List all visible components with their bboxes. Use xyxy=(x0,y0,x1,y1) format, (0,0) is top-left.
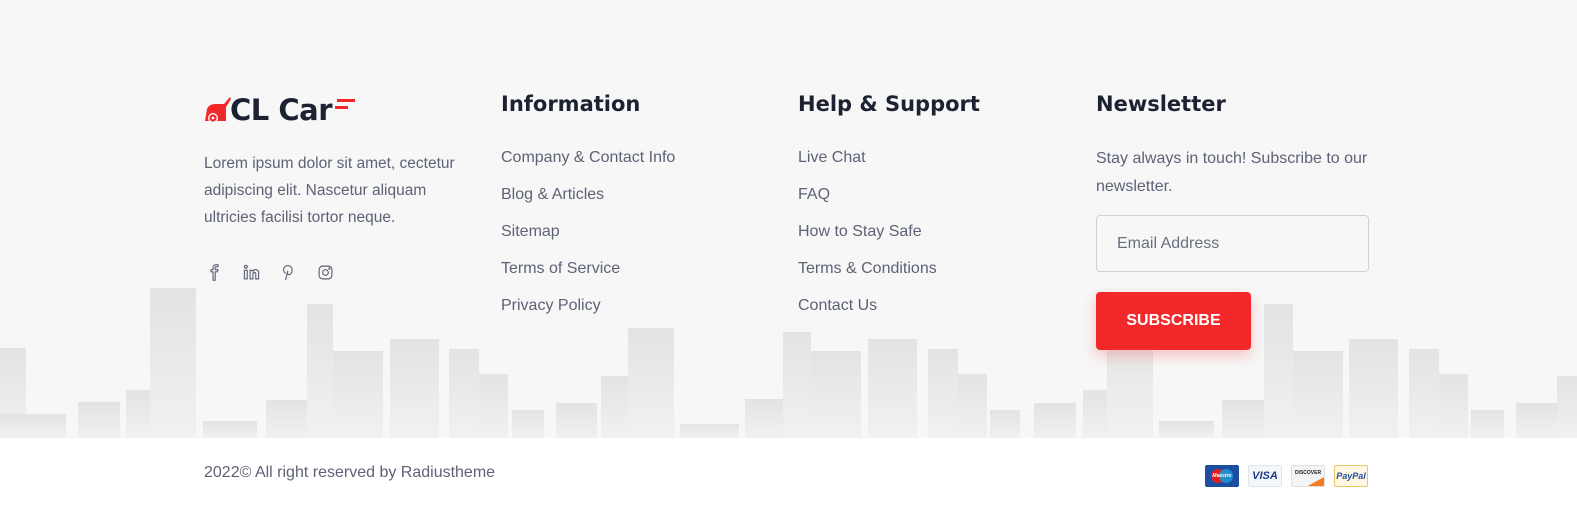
footer-link-contact-us[interactable]: Contact Us xyxy=(798,295,937,332)
footer-link-stay-safe[interactable]: How to Stay Safe xyxy=(798,221,937,258)
footer-link-privacy-policy[interactable]: Privacy Policy xyxy=(501,295,675,332)
visa-label: VISA xyxy=(1252,470,1278,482)
footer-link-sitemap[interactable]: Sitemap xyxy=(501,221,675,258)
maestro-label: Maestro xyxy=(1212,473,1232,479)
maestro-icon: Maestro xyxy=(1205,465,1239,487)
site-logo[interactable]: CL Car xyxy=(204,92,356,128)
newsletter-text: Stay always in touch! Subscribe to our n… xyxy=(1096,150,1368,195)
footer-link-blog-articles[interactable]: Blog & Articles xyxy=(501,184,675,221)
paypal-icon: PayPal xyxy=(1334,465,1368,487)
help-links: Live Chat FAQ How to Stay Safe Terms & C… xyxy=(798,147,937,332)
paypal-label: PayPal xyxy=(1336,471,1366,481)
logo-text: CL Car xyxy=(230,92,333,127)
facebook-icon[interactable] xyxy=(204,262,224,282)
pinterest-icon[interactable] xyxy=(278,262,298,282)
about-text: Lorem ipsum dolor sit amet, cectetur adi… xyxy=(204,155,455,226)
footer-link-terms-of-service[interactable]: Terms of Service xyxy=(501,258,675,295)
instagram-icon[interactable] xyxy=(315,262,335,282)
information-links: Company & Contact Info Blog & Articles S… xyxy=(501,147,675,332)
footer-bottom: 2022© All right reserved by Radiustheme … xyxy=(0,438,1577,510)
information-title: Information xyxy=(501,92,641,116)
payment-methods: Maestro VISA DISCOVER PayPal xyxy=(1205,465,1368,487)
discover-icon: DISCOVER xyxy=(1291,465,1325,487)
copyright-text: 2022© All right reserved by Radiustheme xyxy=(204,464,496,481)
footer-link-company-contact[interactable]: Company & Contact Info xyxy=(501,147,675,184)
footer-link-terms-conditions[interactable]: Terms & Conditions xyxy=(798,258,937,295)
city-skyline-decoration xyxy=(0,278,1577,438)
logo-speed-lines-icon xyxy=(335,99,356,109)
footer-link-live-chat[interactable]: Live Chat xyxy=(798,147,937,184)
social-links xyxy=(204,262,352,282)
footer-top: CL Car Lorem ipsum dolor sit amet, cecte… xyxy=(0,0,1577,438)
help-title: Help & Support xyxy=(798,92,980,116)
visa-icon: VISA xyxy=(1248,465,1282,487)
email-input[interactable] xyxy=(1096,215,1369,272)
car-logo-icon xyxy=(205,97,231,123)
newsletter-title: Newsletter xyxy=(1096,92,1226,116)
subscribe-button[interactable]: SUBSCRIBE xyxy=(1096,292,1251,350)
linkedin-icon[interactable] xyxy=(241,262,261,282)
footer-link-faq[interactable]: FAQ xyxy=(798,184,937,221)
